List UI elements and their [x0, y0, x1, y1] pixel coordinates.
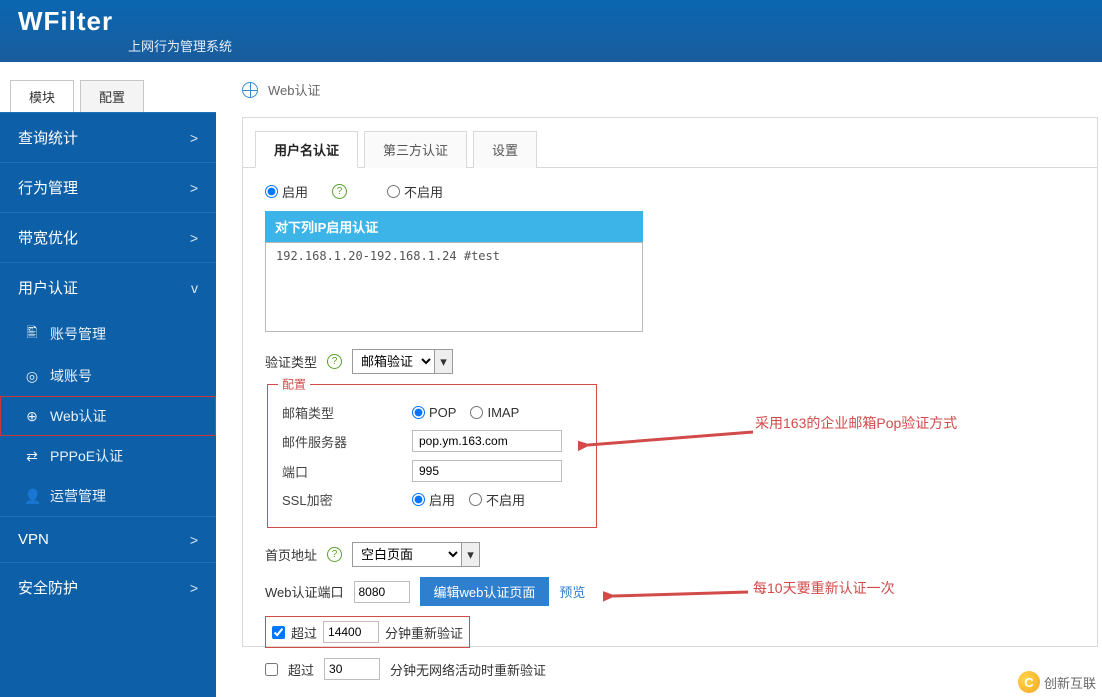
- sidebar-sub-label: 运营管理: [50, 486, 106, 506]
- sidebar-sub-label: PPPoE认证: [50, 446, 123, 466]
- watermark-icon: C: [1018, 671, 1040, 693]
- sidebar-tabs: 模块 配置: [0, 62, 216, 112]
- globe-icon: [242, 82, 258, 98]
- settings-panel: 用户名认证 第三方认证 设置 启用 ? 不启用 对下列IP启用认证 192.16…: [242, 117, 1098, 647]
- sidebar-item-label: 用户认证: [18, 277, 78, 298]
- ssl-label: SSL加密: [282, 490, 412, 509]
- port-input[interactable]: [412, 460, 562, 482]
- exceed-label: 超过: [291, 623, 317, 642]
- id-card-icon: 🖺: [24, 322, 40, 346]
- webport-input[interactable]: [354, 581, 410, 603]
- verify-type-select[interactable]: 邮箱验证: [352, 349, 435, 374]
- main-content: Web认证 用户名认证 第三方认证 设置 启用 ? 不启用 对下列IP启用认证 …: [216, 62, 1102, 697]
- sidebar-item-query[interactable]: 查询统计 >: [0, 112, 216, 162]
- user-icon: 👤: [24, 488, 40, 505]
- chevron-right-icon: >: [190, 180, 198, 196]
- ip-section-header: 对下列IP启用认证: [265, 211, 643, 242]
- sidebar-item-label: 带宽优化: [18, 227, 78, 248]
- sidebar-item-label: 行为管理: [18, 177, 78, 198]
- reverify-checkbox[interactable]: [272, 626, 285, 639]
- chevron-down-icon: v: [191, 280, 198, 296]
- sidebar-item-label: 安全防护: [18, 577, 78, 598]
- idle-reverify-label: 分钟无网络活动时重新验证: [390, 660, 546, 679]
- homepage-label: 首页地址: [265, 545, 317, 564]
- chevron-right-icon: >: [190, 130, 198, 146]
- sidebar-sub-label: 账号管理: [50, 324, 106, 344]
- radio-imap[interactable]: IMAP: [470, 405, 519, 420]
- logo-subtitle: 上网行为管理系统: [128, 36, 232, 55]
- sidebar-item-vpn[interactable]: VPN >: [0, 516, 216, 562]
- tab-thirdparty-auth[interactable]: 第三方认证: [364, 131, 467, 168]
- radio-ssl-disable[interactable]: 不启用: [469, 490, 525, 509]
- webport-label: Web认证端口: [265, 582, 344, 601]
- reverify-row: 超过 分钟重新验证: [265, 616, 470, 648]
- breadcrumb: Web认证: [242, 80, 1102, 99]
- tab-bar: 用户名认证 第三方认证 设置: [243, 118, 1097, 168]
- form-body: 启用 ? 不启用 对下列IP启用认证 192.168.1.20-192.168.…: [243, 168, 1097, 697]
- chevron-right-icon: >: [190, 230, 198, 246]
- watermark: C 创新互联: [1018, 671, 1096, 693]
- logo-text: WFilter: [18, 6, 1084, 37]
- dropdown-icon[interactable]: ▾: [435, 349, 453, 374]
- reverify-minutes-input[interactable]: [323, 621, 379, 643]
- sidebar-sub-label: 域账号: [50, 366, 92, 386]
- radio-disable[interactable]: 不启用: [387, 182, 443, 201]
- sidebar-item-bandwidth[interactable]: 带宽优化 >: [0, 212, 216, 262]
- exceed-label: 超过: [288, 660, 314, 679]
- idle-reverify-checkbox[interactable]: [265, 663, 278, 676]
- sidebar-sub-pppoe[interactable]: ⇄ PPPoE认证: [0, 436, 216, 476]
- sidebar-tab-module[interactable]: 模块: [10, 80, 74, 112]
- fieldset-legend: 配置: [278, 376, 310, 393]
- radio-ssl-enable[interactable]: 启用: [412, 490, 455, 509]
- port-label: 端口: [282, 462, 412, 481]
- globe-icon: ⊕: [24, 408, 40, 425]
- sidebar-item-behavior[interactable]: 行为管理 >: [0, 162, 216, 212]
- verify-type-label: 验证类型: [265, 352, 317, 371]
- app-header: WFilter 上网行为管理系统: [0, 0, 1102, 62]
- sidebar-item-label: VPN: [18, 531, 49, 548]
- ppp-icon: ⇄: [24, 448, 40, 465]
- help-icon[interactable]: ?: [332, 184, 347, 199]
- chevron-right-icon: >: [190, 532, 198, 548]
- mail-server-label: 邮件服务器: [282, 432, 412, 451]
- dropdown-icon[interactable]: ▾: [462, 542, 480, 567]
- mail-server-input[interactable]: [412, 430, 562, 452]
- sidebar-item-security[interactable]: 安全防护 >: [0, 562, 216, 612]
- radio-enable[interactable]: 启用: [265, 182, 308, 201]
- sidebar-item-label: 查询统计: [18, 127, 78, 148]
- preview-link[interactable]: 预览: [559, 582, 585, 601]
- tab-settings[interactable]: 设置: [473, 131, 537, 168]
- sidebar-sub-domain[interactable]: ◎ 域账号: [0, 356, 216, 396]
- ip-list-textarea[interactable]: 192.168.1.20-192.168.1.24 #test: [265, 242, 643, 332]
- sidebar-submenu: 🖺 账号管理 ◎ 域账号 ⊕ Web认证 ⇄ PPPoE认证 👤 运营管理: [0, 312, 216, 516]
- sidebar-item-userauth[interactable]: 用户认证 v: [0, 262, 216, 312]
- sidebar-sub-label: Web认证: [50, 406, 107, 426]
- idle-minutes-input[interactable]: [324, 658, 380, 680]
- chevron-right-icon: >: [190, 580, 198, 596]
- sidebar-sub-account[interactable]: 🖺 账号管理: [0, 312, 216, 356]
- domain-icon: ◎: [24, 368, 40, 385]
- mail-type-label: 邮箱类型: [282, 403, 412, 422]
- tab-username-auth[interactable]: 用户名认证: [255, 131, 358, 168]
- edit-page-button[interactable]: 编辑web认证页面: [420, 577, 550, 606]
- sidebar: 模块 配置 查询统计 > 行为管理 > 带宽优化 > 用户认证 v 🖺 账号管理…: [0, 62, 216, 697]
- help-icon[interactable]: ?: [327, 547, 342, 562]
- sidebar-tab-config[interactable]: 配置: [80, 80, 144, 112]
- sidebar-sub-ops[interactable]: 👤 运营管理: [0, 476, 216, 516]
- watermark-text: 创新互联: [1044, 673, 1096, 692]
- help-icon[interactable]: ?: [327, 354, 342, 369]
- page-title: Web认证: [268, 80, 321, 99]
- mail-config-fieldset: 配置 邮箱类型 POP IMAP 邮件服务器 端口: [267, 384, 597, 528]
- minutes-reverify-label: 分钟重新验证: [385, 623, 463, 642]
- homepage-select[interactable]: 空白页面: [352, 542, 462, 567]
- radio-pop[interactable]: POP: [412, 405, 456, 420]
- sidebar-sub-webauth[interactable]: ⊕ Web认证: [0, 396, 216, 436]
